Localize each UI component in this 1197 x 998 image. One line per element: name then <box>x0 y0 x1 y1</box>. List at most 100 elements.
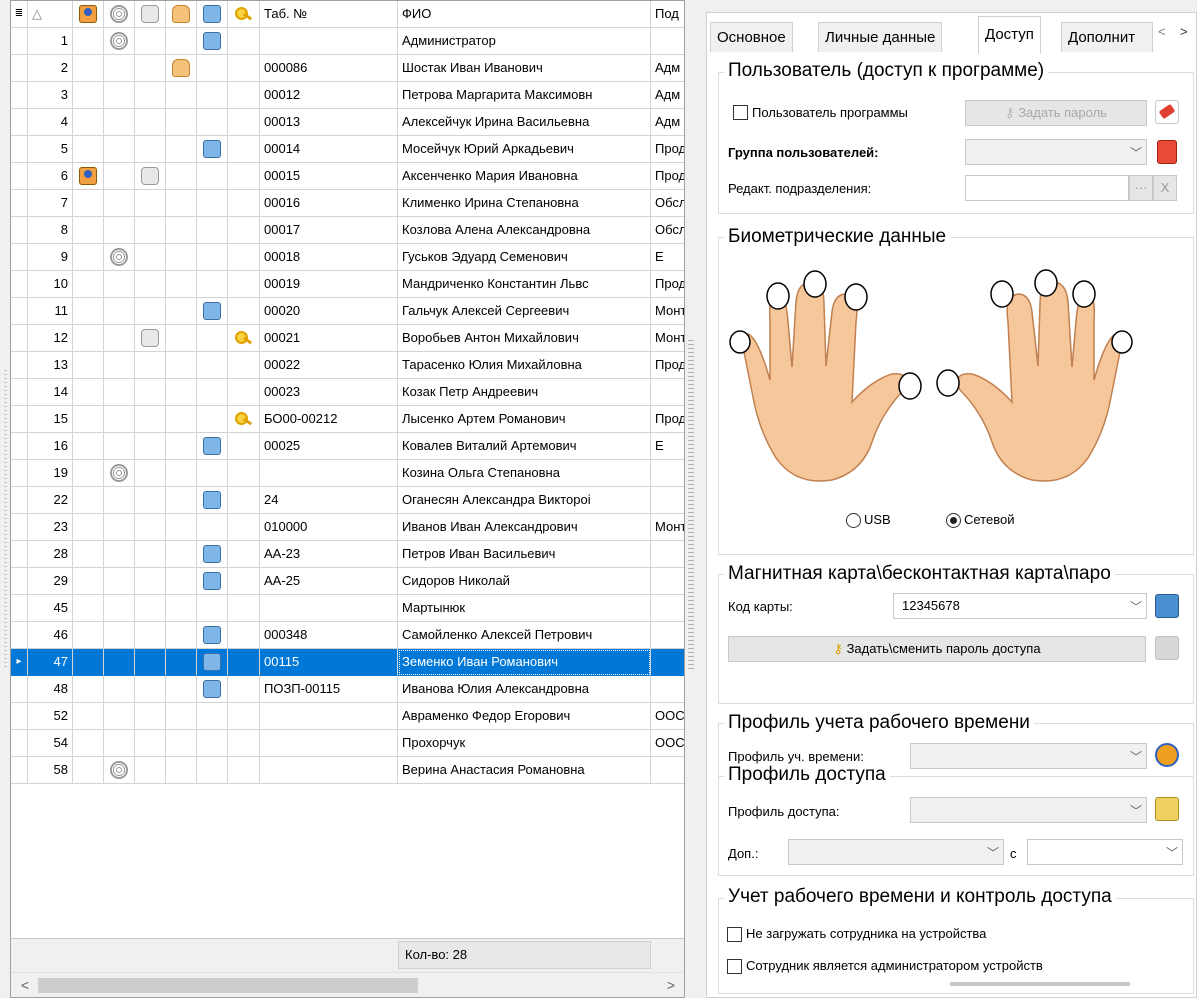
fio-cell[interactable]: Ковалев Виталий Артемович <box>398 433 651 460</box>
header-card-icon[interactable] <box>197 1 228 28</box>
card-code-combo[interactable]: 12345678 ﹀ <box>893 593 1147 619</box>
tab-number-cell[interactable] <box>260 460 398 487</box>
row-indicator[interactable] <box>11 433 28 460</box>
department-cell[interactable]: Прод <box>651 163 684 190</box>
department-cell[interactable]: Е <box>651 433 684 460</box>
tab-number-cell[interactable]: 00115 <box>260 649 398 676</box>
column-header-department[interactable]: Под <box>651 1 684 28</box>
no-upload-checkbox[interactable] <box>727 927 742 942</box>
scroll-right-icon[interactable]: > <box>661 975 681 995</box>
time-profile-combo[interactable]: ﹀ <box>910 743 1147 769</box>
header-key-icon[interactable] <box>228 1 260 28</box>
fio-cell[interactable]: Прохорчук <box>398 730 651 757</box>
clock-icon[interactable] <box>1155 743 1179 767</box>
row-indicator[interactable] <box>11 325 28 352</box>
fio-cell[interactable]: Иванова Юлия Александровна <box>398 676 651 703</box>
row-indicator[interactable] <box>11 406 28 433</box>
department-cell[interactable] <box>651 757 684 784</box>
scroll-thumb[interactable] <box>38 978 418 993</box>
card-reader-icon[interactable] <box>1155 594 1179 618</box>
tab-number-cell[interactable]: 00025 <box>260 433 398 460</box>
fio-cell[interactable]: Лысенко Артем Романович <box>398 406 651 433</box>
finger-slot-left-middle[interactable] <box>803 270 827 298</box>
table-row[interactable]: 14 00023 Козак Петр Андреевич <box>11 379 684 406</box>
header-hand-icon[interactable] <box>166 1 197 28</box>
network-radio-label[interactable]: Сетевой <box>964 512 1014 527</box>
fio-cell[interactable]: Козак Петр Андреевич <box>398 379 651 406</box>
tab-number-cell[interactable] <box>260 595 398 622</box>
table-row[interactable]: ▸ 47 00115 Земенко Иван Романович <box>11 649 684 676</box>
row-indicator[interactable] <box>11 730 28 757</box>
scroll-left-icon[interactable]: < <box>15 975 35 995</box>
row-indicator[interactable] <box>11 757 28 784</box>
panel-scroll-thumb[interactable] <box>950 982 1130 986</box>
table-row[interactable]: 3 00012 Петрова Маргарита Максимовн Адм <box>11 82 684 109</box>
finger-slot-right-middle[interactable] <box>1034 269 1058 297</box>
tab-number-cell[interactable]: 00019 <box>260 271 398 298</box>
department-cell[interactable]: Прод <box>651 406 684 433</box>
database-icon[interactable] <box>1157 140 1177 164</box>
finger-slot-right-pinky[interactable] <box>1111 330 1133 354</box>
fio-cell[interactable]: Козлова Алена Александровна <box>398 217 651 244</box>
department-cell[interactable] <box>651 622 684 649</box>
fio-cell[interactable]: Сидоров Николай <box>398 568 651 595</box>
edit-department-field[interactable] <box>965 175 1129 201</box>
device-admin-label[interactable]: Сотрудник является администратором устро… <box>746 958 1043 973</box>
row-indicator[interactable] <box>11 703 28 730</box>
column-header-tab-number[interactable]: Таб. № <box>260 1 398 28</box>
tab-number-cell[interactable] <box>260 730 398 757</box>
table-row[interactable]: 13 00022 Тарасенко Юлия Михайловна Прод <box>11 352 684 379</box>
department-cell[interactable] <box>651 568 684 595</box>
no-upload-label[interactable]: Не загружать сотрудника на устройства <box>746 926 986 941</box>
fio-cell[interactable]: Воробьев Антон Михайлович <box>398 325 651 352</box>
tab-personal[interactable]: Личные данные <box>818 22 943 52</box>
fio-cell[interactable]: Земенко Иван Романович <box>398 649 651 676</box>
tab-number-cell[interactable] <box>260 703 398 730</box>
tab-number-cell[interactable]: 00017 <box>260 217 398 244</box>
row-indicator[interactable] <box>11 298 28 325</box>
department-cell[interactable] <box>651 379 684 406</box>
department-cell[interactable]: Адм <box>651 55 684 82</box>
row-indicator[interactable] <box>11 676 28 703</box>
fio-cell[interactable]: Аксенченко Мария Ивановна <box>398 163 651 190</box>
table-row[interactable]: 12 00021 Воробьев Антон Михайлович Монт <box>11 325 684 352</box>
row-indicator[interactable] <box>11 514 28 541</box>
tab-next-icon[interactable]: > <box>1180 24 1188 39</box>
tab-number-cell[interactable]: 00021 <box>260 325 398 352</box>
tab-number-cell[interactable]: АА-25 <box>260 568 398 595</box>
tab-number-cell[interactable]: ПОЗП-00115 <box>260 676 398 703</box>
table-row[interactable]: 54 Прохорчук ООС <box>11 730 684 757</box>
department-cell[interactable] <box>651 28 684 55</box>
fio-cell[interactable]: Администратор <box>398 28 651 55</box>
hands-fingerprint-map[interactable] <box>722 262 1142 502</box>
table-row[interactable]: 58 Верина Анастасия Романовна <box>11 757 684 784</box>
table-row[interactable]: 29 АА-25 Сидоров Николай <box>11 568 684 595</box>
tab-number-cell[interactable]: 00013 <box>260 109 398 136</box>
department-cell[interactable] <box>651 460 684 487</box>
header-face-icon[interactable] <box>135 1 166 28</box>
finger-slot-left-thumb[interactable] <box>898 372 922 400</box>
fio-cell[interactable]: Авраменко Федор Егорович <box>398 703 651 730</box>
header-fingerprint-icon[interactable] <box>104 1 135 28</box>
table-row[interactable]: 15 БО00-00212 Лысенко Артем Романович Прод <box>11 406 684 433</box>
left-splitter[interactable] <box>4 370 7 670</box>
table-row[interactable]: 7 00016 Клименко Ирина Степановна Обсл <box>11 190 684 217</box>
tab-number-cell[interactable]: 00022 <box>260 352 398 379</box>
fio-cell[interactable]: Шостак Иван Иванович <box>398 55 651 82</box>
row-indicator[interactable] <box>11 622 28 649</box>
device-admin-checkbox[interactable] <box>727 959 742 974</box>
fio-cell[interactable]: Иванов Иван Александрович <box>398 514 651 541</box>
table-row[interactable]: 6 00015 Аксенченко Мария Ивановна Прод <box>11 163 684 190</box>
tab-number-cell[interactable]: АА-23 <box>260 541 398 568</box>
row-indicator[interactable] <box>11 595 28 622</box>
column-chooser-icon[interactable]: ≣ <box>11 1 28 28</box>
department-cell[interactable] <box>651 541 684 568</box>
row-indicator[interactable] <box>11 163 28 190</box>
fio-cell[interactable]: Самойленко Алексей Петрович <box>398 622 651 649</box>
fio-cell[interactable]: Оганесян Александра Виктороі <box>398 487 651 514</box>
access-profile-icon[interactable] <box>1155 797 1179 821</box>
finger-slot-left-ring[interactable] <box>766 282 790 310</box>
extra-combo[interactable]: ﹀ <box>788 839 1004 865</box>
usb-radio[interactable] <box>846 513 861 528</box>
tab-number-cell[interactable]: 00023 <box>260 379 398 406</box>
